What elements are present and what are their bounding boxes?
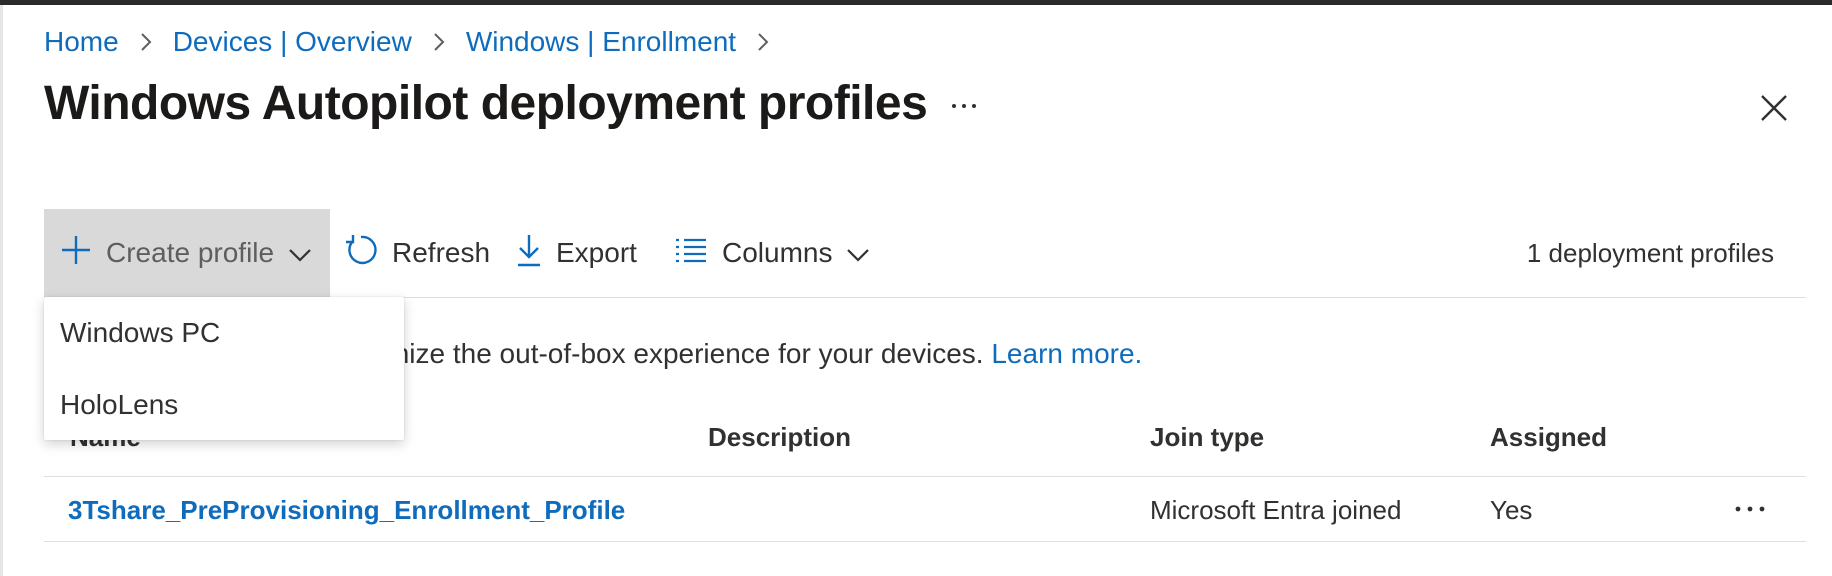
table-row[interactable]: 3Tshare_PreProvisioning_Enrollment_Profi… [44, 477, 1806, 541]
close-icon[interactable] [1754, 88, 1794, 128]
ellipsis-icon[interactable] [1730, 491, 1770, 527]
breadcrumb: Home Devices | Overview Windows | Enroll… [44, 22, 790, 62]
profile-assigned: Yes [1490, 495, 1533, 525]
chevron-right-icon [756, 31, 770, 53]
refresh-label: Refresh [392, 237, 491, 268]
command-bar: Create profile Refresh Export Columns 1 … [44, 209, 1794, 297]
chevron-down-icon [846, 237, 870, 269]
left-border [0, 5, 3, 576]
column-header-description[interactable]: Description [708, 422, 851, 453]
plus-icon [60, 234, 92, 273]
row-divider [44, 541, 1806, 542]
list-icon [674, 237, 708, 270]
column-header-join-type[interactable]: Join type [1150, 422, 1264, 453]
refresh-icon [344, 233, 378, 274]
download-icon [516, 233, 542, 274]
create-profile-button[interactable]: Create profile [44, 209, 330, 297]
top-bar [0, 0, 1832, 5]
chevron-down-icon [288, 237, 312, 269]
column-header-assigned[interactable]: Assigned [1490, 422, 1607, 453]
export-button[interactable]: Export [516, 209, 637, 297]
ellipsis-icon[interactable] [944, 86, 984, 126]
page-title: Windows Autopilot deployment profiles [44, 77, 928, 130]
chevron-right-icon [432, 31, 446, 53]
profile-name-link[interactable]: 3Tshare_PreProvisioning_Enrollment_Profi… [68, 495, 625, 526]
create-profile-menu: Windows PC HoloLens [44, 297, 404, 440]
create-profile-label: Create profile [106, 237, 275, 268]
menu-item-windows-pc[interactable]: Windows PC [60, 317, 220, 349]
refresh-button[interactable]: Refresh [344, 209, 490, 297]
learn-more-link[interactable]: Learn more. [991, 338, 1142, 369]
columns-label: Columns [722, 237, 833, 268]
breadcrumb-home[interactable]: Home [44, 26, 119, 58]
profile-count: 1 deployment profiles [1526, 237, 1774, 268]
export-label: Export [556, 237, 637, 268]
columns-button[interactable]: Columns [674, 209, 870, 297]
breadcrumb-windows-enrollment[interactable]: Windows | Enrollment [466, 26, 736, 58]
chevron-right-icon [139, 31, 153, 53]
breadcrumb-devices-overview[interactable]: Devices | Overview [173, 26, 412, 58]
profile-join-type: Microsoft Entra joined [1150, 495, 1402, 525]
menu-item-hololens[interactable]: HoloLens [60, 389, 178, 421]
